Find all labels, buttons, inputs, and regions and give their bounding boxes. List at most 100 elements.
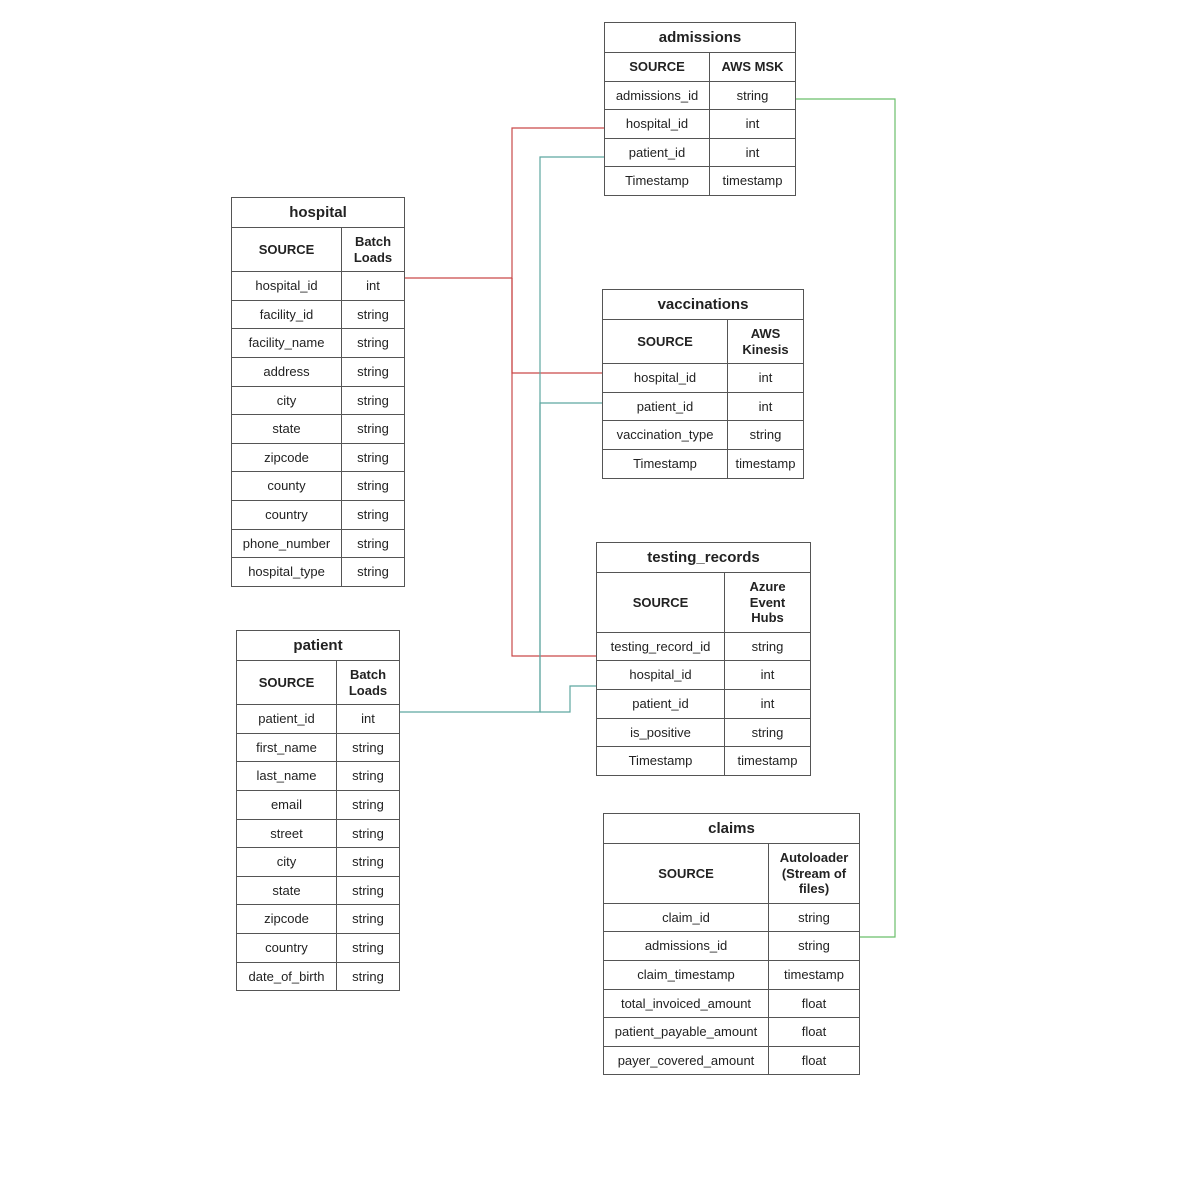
- column-row: admissions_idstring: [605, 82, 795, 111]
- column-rows: claim_idstringadmissions_idstring claim_t…: [604, 904, 859, 1075]
- entity-title: hospital: [232, 198, 404, 228]
- entity-claims: claims SOURCE Autoloader (Stream of file…: [603, 813, 860, 1075]
- column-type: int: [342, 272, 404, 300]
- column-name: claim_id: [604, 904, 769, 932]
- column-row: citystring: [237, 848, 399, 877]
- column-name: patient_payable_amount: [604, 1018, 769, 1046]
- column-row: Timestamptimestamp: [603, 450, 803, 478]
- column-type: int: [725, 690, 810, 718]
- column-row: countystring: [232, 472, 404, 501]
- column-name: Timestamp: [605, 167, 710, 195]
- column-name: admissions_id: [605, 82, 710, 110]
- column-type: string: [342, 501, 404, 529]
- column-row: facility_namestring: [232, 329, 404, 358]
- column-type: int: [710, 139, 795, 167]
- source-value: AWS MSK: [710, 53, 795, 81]
- column-name: date_of_birth: [237, 963, 337, 991]
- column-name: phone_number: [232, 530, 342, 558]
- column-type: string: [710, 82, 795, 110]
- source-value: Autoloader (Stream of files): [769, 844, 859, 903]
- column-name: last_name: [237, 762, 337, 790]
- column-name: patient_id: [605, 139, 710, 167]
- column-type: int: [710, 110, 795, 138]
- column-name: facility_name: [232, 329, 342, 357]
- column-name: claim_timestamp: [604, 961, 769, 989]
- entity-title: patient: [237, 631, 399, 661]
- entity-testing-records: testing_records SOURCE Azure Event Hubs …: [596, 542, 811, 776]
- column-row: patient_idint: [237, 705, 399, 734]
- column-type: int: [725, 661, 810, 689]
- column-name: county: [232, 472, 342, 500]
- column-type: string: [342, 472, 404, 500]
- column-name: first_name: [237, 734, 337, 762]
- source-value: AWS Kinesis: [728, 320, 803, 363]
- column-row: is_positivestring: [597, 719, 810, 748]
- column-name: street: [237, 820, 337, 848]
- column-row: date_of_birthstring: [237, 963, 399, 991]
- column-row: countrystring: [232, 501, 404, 530]
- source-value: Batch Loads: [337, 661, 399, 704]
- column-row: hospital_typestring: [232, 558, 404, 586]
- column-row: testing_record_idstring: [597, 633, 810, 662]
- column-row: claim_idstring: [604, 904, 859, 933]
- column-row: zipcodestring: [237, 905, 399, 934]
- column-type: string: [337, 905, 399, 933]
- column-type: timestamp: [728, 450, 803, 478]
- column-type: timestamp: [725, 747, 810, 775]
- column-name: email: [237, 791, 337, 819]
- column-row: statestring: [232, 415, 404, 444]
- column-name: hospital_id: [232, 272, 342, 300]
- column-name: country: [232, 501, 342, 529]
- column-name: Timestamp: [603, 450, 728, 478]
- column-row: addressstring: [232, 358, 404, 387]
- source-label: SOURCE: [237, 661, 337, 704]
- column-row: streetstring: [237, 820, 399, 849]
- column-name: zipcode: [237, 905, 337, 933]
- column-row: phone_numberstring: [232, 530, 404, 559]
- column-row: zipcodestring: [232, 444, 404, 473]
- column-name: hospital_type: [232, 558, 342, 586]
- column-type: string: [337, 963, 399, 991]
- column-type: string: [769, 904, 859, 932]
- column-row: first_namestring: [237, 734, 399, 763]
- column-name: testing_record_id: [597, 633, 725, 661]
- column-row: hospital_idint: [597, 661, 810, 690]
- column-row: hospital_idint: [232, 272, 404, 301]
- column-row: patient_idint: [597, 690, 810, 719]
- column-name: Timestamp: [597, 747, 725, 775]
- column-name: vaccination_type: [603, 421, 728, 449]
- column-row: claim_timestamptimestamp: [604, 961, 859, 990]
- column-row: facility_idstring: [232, 301, 404, 330]
- entity-title: testing_records: [597, 543, 810, 573]
- column-type: string: [337, 791, 399, 819]
- source-label: SOURCE: [597, 573, 725, 632]
- column-name: admissions_id: [604, 932, 769, 960]
- column-type: string: [337, 934, 399, 962]
- column-name: payer_covered_amount: [604, 1047, 769, 1075]
- source-value: Azure Event Hubs: [725, 573, 810, 632]
- column-name: zipcode: [232, 444, 342, 472]
- column-type: string: [342, 358, 404, 386]
- column-rows: patient_idintfirst_namestringlast_namest…: [237, 705, 399, 990]
- column-type: string: [342, 387, 404, 415]
- entity-title: claims: [604, 814, 859, 844]
- column-type: string: [342, 415, 404, 443]
- column-row: emailstring: [237, 791, 399, 820]
- entity-vaccinations: vaccinations SOURCE AWS Kinesis hospital…: [602, 289, 804, 479]
- column-row: patient_idint: [605, 139, 795, 168]
- source-label: SOURCE: [604, 844, 769, 903]
- column-type: timestamp: [710, 167, 795, 195]
- column-row: countrystring: [237, 934, 399, 963]
- column-row: payer_covered_amountfloat: [604, 1047, 859, 1075]
- column-type: string: [337, 820, 399, 848]
- entity-title: vaccinations: [603, 290, 803, 320]
- column-name: patient_id: [603, 393, 728, 421]
- column-row: last_namestring: [237, 762, 399, 791]
- column-row: total_invoiced_amountfloat: [604, 990, 859, 1019]
- column-type: int: [337, 705, 399, 733]
- column-rows: hospital_idintpatient_idintvaccination_t…: [603, 364, 803, 477]
- column-type: string: [725, 719, 810, 747]
- column-name: facility_id: [232, 301, 342, 329]
- source-value: Batch Loads: [342, 228, 404, 271]
- column-row: citystring: [232, 387, 404, 416]
